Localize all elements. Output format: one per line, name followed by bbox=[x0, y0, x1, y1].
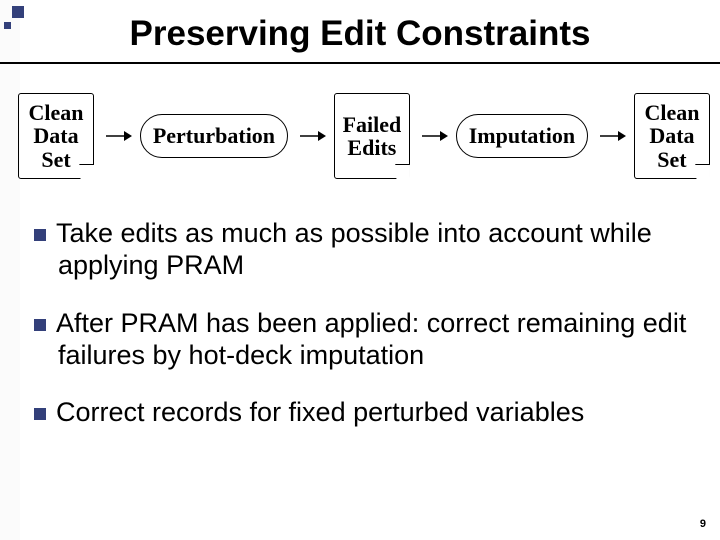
slide-title: Preserving Edit Constraints bbox=[0, 14, 720, 54]
bullet-item: Take edits as much as possible into acco… bbox=[34, 218, 700, 282]
node-text: Data bbox=[649, 124, 694, 147]
page-number: 9 bbox=[700, 518, 706, 530]
arrow-icon bbox=[600, 135, 622, 137]
node-text: Clean bbox=[644, 101, 699, 124]
flow-diagram: Clean Data Set Perturbation Failed Edits… bbox=[18, 88, 710, 184]
node-text: Data bbox=[33, 124, 78, 147]
accent-sidebar bbox=[0, 0, 20, 540]
node-text: Set bbox=[657, 148, 686, 171]
node-text: Set bbox=[41, 148, 70, 171]
node-clean-data-set-2: Clean Data Set bbox=[634, 93, 710, 179]
arrow-icon bbox=[106, 135, 128, 137]
node-text: Imputation bbox=[469, 124, 575, 147]
arrow-icon bbox=[422, 135, 444, 137]
node-text: Perturbation bbox=[153, 124, 275, 147]
bullet-item: Correct records for fixed perturbed vari… bbox=[34, 397, 700, 429]
bullet-list: Take edits as much as possible into acco… bbox=[34, 218, 700, 455]
title-rule bbox=[0, 62, 720, 64]
node-failed-edits: Failed Edits bbox=[334, 93, 410, 179]
node-clean-data-set-1: Clean Data Set bbox=[18, 93, 94, 179]
node-imputation: Imputation bbox=[456, 114, 588, 158]
bullet-item: After PRAM has been applied: correct rem… bbox=[34, 308, 700, 372]
node-text: Edits bbox=[347, 136, 396, 159]
node-text: Failed bbox=[343, 113, 402, 136]
node-perturbation: Perturbation bbox=[140, 114, 288, 158]
node-text: Clean bbox=[29, 101, 84, 124]
arrow-icon bbox=[300, 135, 322, 137]
